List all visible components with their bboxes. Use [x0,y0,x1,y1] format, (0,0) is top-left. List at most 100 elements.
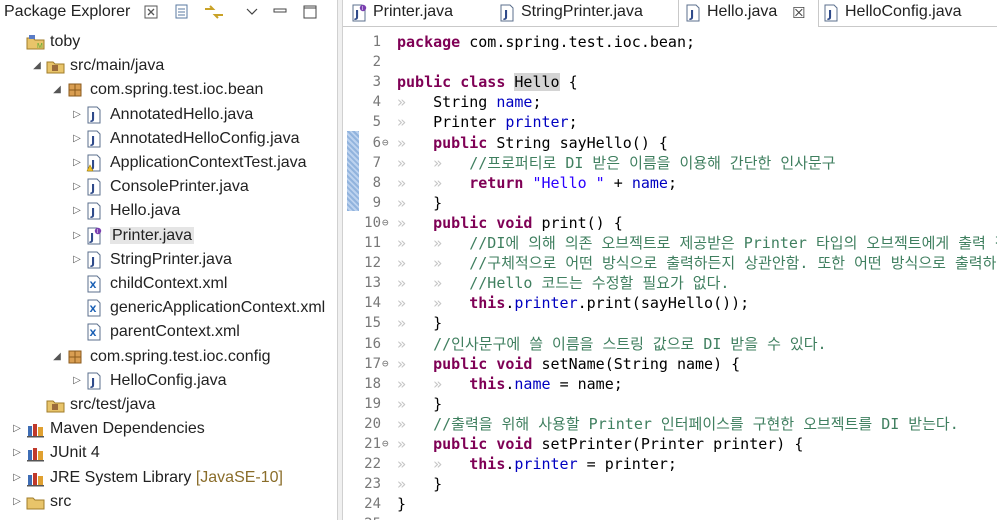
expand-right-icon[interactable]: ▷ [12,423,22,435]
editor-tab[interactable]: J I Printer.java [345,0,493,26]
code-line[interactable]: 18 » » this.name = name; [343,374,997,394]
expand-down-icon[interactable]: ◢ [32,60,42,72]
code-line[interactable]: 22 » » this.printer = printer; [343,454,997,474]
tree-item[interactable]: ▷ J StringPrinter.java [0,248,337,272]
view-title[interactable]: Package Explorer [4,3,130,21]
expand-down-icon[interactable]: ◢ [52,351,62,363]
tree-item[interactable]: ▷ J AnnotatedHelloConfig.java [0,127,337,151]
editor-tab[interactable]: J Hello.java ☒ [678,0,819,27]
expand-right-icon[interactable]: ▷ [72,109,82,121]
code-token: sayHello() [559,133,650,152]
tree-item[interactable]: XparentContext.xml [0,320,337,344]
collapse-all-icon[interactable] [173,3,191,21]
code-token: } [433,394,443,413]
expand-right-icon[interactable]: ▷ [72,157,82,169]
code-token: } [397,495,407,514]
expand-right-icon[interactable]: ▷ [72,205,82,217]
tab-close-icon[interactable]: ☒ [792,4,805,22]
tree-item[interactable]: ▷ J I Printer.java [0,224,337,248]
tree-item[interactable]: ▷ J ConsolePrinter.java [0,175,337,199]
code-line[interactable]: 19 » } [343,394,997,414]
comment-token: //프로퍼티로 DI 받은 이름을 이용해 간단한 인사문구 [469,153,836,172]
tree-item[interactable]: ▷ Maven Dependencies [0,417,337,441]
code-line[interactable]: 13 » » //Hello 코드는 수정할 필요가 없다. [343,273,997,293]
editor-tab-label: Hello.java [707,3,778,20]
fold-collapse-icon[interactable]: ⊖ [382,354,389,374]
tree-item[interactable]: src/test/java [0,393,337,417]
fold-collapse-icon[interactable]: ⊖ [382,133,389,153]
java-editor: J I Printer.java J StringPrinter.java J Hello.… [343,0,997,520]
code-line[interactable]: 4 » String name; [343,92,997,112]
eclipse-window: Package Explorer Mtoby ◢ src/main/java ◢ com… [0,0,997,520]
code-line[interactable]: 1 package com.spring.test.ioc.bean; [343,32,997,52]
tree-item[interactable]: ◢ src/main/java [0,54,337,78]
tree-item[interactable]: ◢ com.spring.test.ioc.bean [0,78,337,102]
tree-item[interactable]: XgenericApplicationContext.xml [0,296,337,320]
expand-down-icon[interactable]: ◢ [52,84,62,96]
tree-item-text: Maven Dependencies [50,420,205,438]
tree-item-label: toby [50,31,80,53]
whitespace-marker: » » [397,374,470,393]
code-line[interactable]: 11 » » //DI에 의해 의존 오브젝트로 제공받은 Printer 타입의… [343,233,997,253]
code-line[interactable]: 16 » //인사문구에 쓸 이름을 스트링 값으로 DI 받을 수 있다. [343,334,997,354]
tree-item[interactable]: ▷ src [0,490,337,514]
keyword-token: this [469,374,506,393]
link-with-editor-icon[interactable] [203,3,223,21]
field-token: name [496,93,533,112]
code-line[interactable]: 25 [343,514,997,520]
code-line[interactable]: 24} [343,494,997,514]
tree-item[interactable]: ▷ JUnit 4 [0,441,337,465]
tree-item-text: Hello.java [110,202,181,220]
code-text: » //출력을 위해 사용할 Printer 인터페이스를 구현한 오브젝트를 … [397,414,959,434]
minimize-icon[interactable] [272,3,290,21]
code-line[interactable]: 12 » » //구체적으로 어떤 방식으로 출력하든지 상관안함. 또한 어떤 … [343,253,997,273]
code-line[interactable]: 23 » } [343,474,997,494]
code-line[interactable]: 15 » } [343,313,997,333]
code-line[interactable]: 10 ⊖ » public void print() { [343,213,997,233]
code-line[interactable]: 9 » } [343,193,997,213]
code-line[interactable]: 3 public class Hello { [343,72,997,92]
svg-text:J: J [90,134,95,147]
line-number: 10 [364,214,381,231]
code-token: } [433,314,443,333]
code-line[interactable]: 17 ⊖ » public void setName(String name) { [343,354,997,374]
expand-right-icon[interactable]: ▷ [72,375,82,387]
maximize-icon[interactable] [302,3,320,21]
package-icon [66,348,84,366]
expand-right-icon[interactable]: ▷ [72,133,82,145]
expand-right-icon[interactable]: ▷ [12,496,22,508]
fold-collapse-icon[interactable]: ⊖ [382,434,389,454]
editor-tab[interactable]: J StringPrinter.java [493,0,678,26]
tree-item[interactable]: ▷ J AnnotatedHello.java [0,103,337,127]
tree-item[interactable]: ▷ JRE System Library [JavaSE-10] [0,466,337,490]
expand-right-icon[interactable]: ▷ [12,447,22,459]
expand-right-icon[interactable]: ▷ [72,230,82,242]
whitespace-marker: » [397,93,434,112]
code-area[interactable]: 1 package com.spring.test.ioc.bean; 2 3 publ… [343,27,997,520]
fold-collapse-icon[interactable]: ⊖ [382,213,389,233]
editor-tab[interactable]: J HelloConfig.java [817,0,967,26]
code-line[interactable]: 5 » Printer printer; [343,112,997,132]
tree-item[interactable]: ◢ com.spring.test.ioc.config [0,345,337,369]
code-line[interactable]: 21 ⊖ » public void setPrinter(Printer prin… [343,434,997,454]
close-icon[interactable] [143,3,161,21]
tree-item[interactable]: Mtoby [0,30,337,54]
code-line[interactable]: 14 » » this.printer.print(sayHello()); [343,293,997,313]
code-line[interactable]: 8 » » return "Hello " + name; [343,173,997,193]
tree-item[interactable]: XchildContext.xml [0,272,337,296]
whitespace-marker [532,214,541,232]
code-line[interactable]: 6 ⊖ » public String sayHello() { [343,133,997,153]
tree-item[interactable]: ▷ J HelloConfig.java [0,369,337,393]
tree-item-text: src/main/java [70,57,165,75]
editor-tab-label: HelloConfig.java [845,3,962,20]
expand-right-icon[interactable]: ▷ [12,472,22,484]
tree-item-text: com.spring.test.ioc.bean [90,81,264,99]
tree-item[interactable]: ▷ J ApplicationContextTest.java [0,151,337,175]
code-line[interactable]: 20 » //출력을 위해 사용할 Printer 인터페이스를 구현한 오브젝트… [343,414,997,434]
code-line[interactable]: 7 » » //프로퍼티로 DI 받은 이름을 이용해 간단한 인사문구 [343,153,997,173]
tree-item[interactable]: ▷ J Hello.java [0,199,337,223]
expand-right-icon[interactable]: ▷ [72,254,82,266]
expand-right-icon[interactable]: ▷ [72,181,82,193]
view-menu-icon[interactable] [245,3,263,21]
code-line[interactable]: 2 [343,52,997,72]
